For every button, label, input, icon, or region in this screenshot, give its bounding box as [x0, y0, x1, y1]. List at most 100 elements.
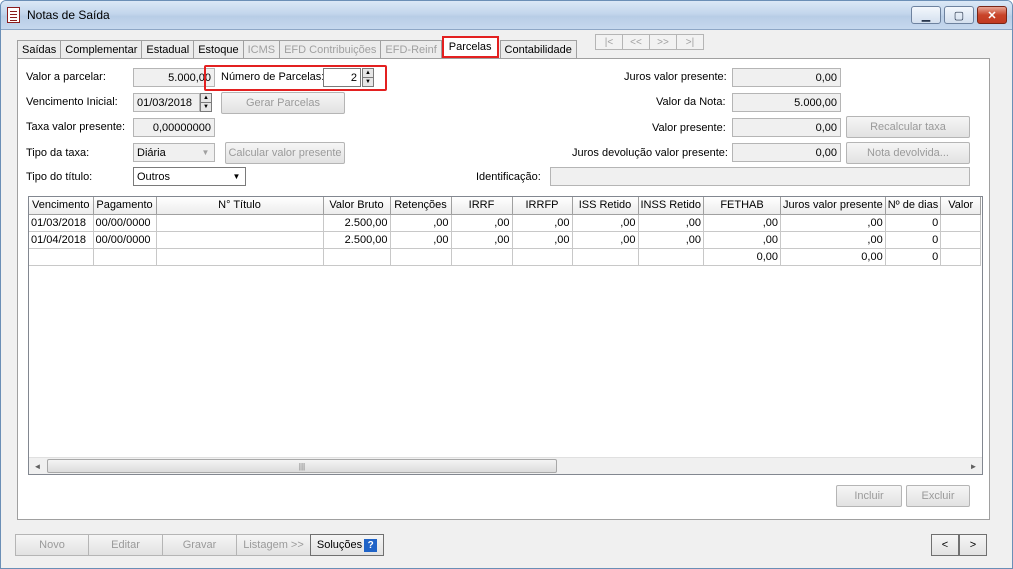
valor-nota-label: Valor da Nota:: [656, 96, 726, 108]
column-header[interactable]: INSS Retido: [638, 197, 705, 215]
column-header[interactable]: Juros valor presente: [780, 197, 886, 215]
editar-button[interactable]: Editar: [88, 534, 163, 556]
scrollbar-thumb[interactable]: |||: [47, 459, 557, 473]
cell-pagamento[interactable]: 00/00/0000: [93, 214, 157, 232]
close-button[interactable]: ✕: [977, 6, 1007, 24]
column-header[interactable]: N° Título: [156, 197, 324, 215]
tipo-titulo-select[interactable]: Outros ▼: [133, 167, 246, 186]
tab-parcelas[interactable]: Parcelas: [441, 36, 499, 58]
solucoes-button[interactable]: Soluções ?: [310, 534, 384, 556]
maximize-button[interactable]: ▢: [944, 6, 974, 24]
numero-parcelas-spinner[interactable]: ▲ ▼: [362, 68, 374, 87]
next-record-button[interactable]: >>: [649, 34, 677, 50]
valor-nota-field[interactable]: 5.000,00: [732, 93, 841, 112]
valor-presente-field[interactable]: 0,00: [732, 118, 841, 137]
cell-fethab[interactable]: ,00: [703, 231, 782, 249]
horizontal-scrollbar[interactable]: ◄ ||| ►: [29, 457, 982, 474]
cell-irrf[interactable]: ,00: [451, 231, 513, 249]
tab-contabilidade[interactable]: Contabilidade: [499, 40, 577, 58]
tab-complementar[interactable]: Complementar: [60, 40, 143, 58]
chevron-down-icon[interactable]: ▼: [229, 169, 244, 184]
listagem-button[interactable]: Listagem >>: [236, 534, 311, 556]
recalcular-taxa-button[interactable]: Recalcular taxa: [846, 116, 970, 138]
column-header[interactable]: Valor: [940, 197, 982, 215]
total-juros-valor-presente: 0,00: [780, 248, 886, 266]
total-cell: [156, 248, 324, 266]
spinner-down-icon[interactable]: ▼: [201, 102, 211, 111]
cell-inss-retido[interactable]: ,00: [638, 231, 705, 249]
cell-pagamento[interactable]: 00/00/0000: [93, 231, 157, 249]
cell-numero-dias[interactable]: 0: [885, 214, 942, 232]
first-record-button[interactable]: |<: [595, 34, 623, 50]
cell-numero-dias[interactable]: 0: [885, 231, 942, 249]
numero-parcelas-field[interactable]: 2: [323, 68, 361, 87]
cell-vencimento[interactable]: 01/04/2018: [29, 231, 94, 249]
novo-button[interactable]: Novo: [15, 534, 89, 556]
tipo-taxa-select[interactable]: Diária ▼: [133, 143, 215, 162]
valor-parcelar-field[interactable]: 5.000,00: [133, 68, 215, 87]
tab-estadual[interactable]: Estadual: [141, 40, 195, 58]
column-header[interactable]: Nº de dias: [885, 197, 942, 215]
juros-valor-presente-label: Juros valor presente:: [624, 71, 727, 83]
cell-fethab[interactable]: ,00: [703, 214, 782, 232]
tab-saidas[interactable]: Saídas: [17, 40, 62, 58]
total-fethab: 0,00: [703, 248, 782, 266]
next-page-button[interactable]: >: [959, 534, 987, 556]
cell-valor-bruto[interactable]: 2.500,00: [323, 231, 391, 249]
column-header[interactable]: Vencimento: [29, 197, 94, 215]
tab-efd-reinf[interactable]: EFD-Reinf: [380, 40, 442, 58]
cell-valor[interactable]: [940, 214, 982, 232]
tab-icms[interactable]: ICMS: [242, 40, 281, 58]
spinner-up-icon[interactable]: ▲: [201, 94, 211, 102]
nota-devolvida-button[interactable]: Nota devolvida...: [846, 142, 970, 164]
vencimento-inicial-field[interactable]: 01/03/2018: [133, 93, 200, 112]
table-row[interactable]: 01/04/2018 00/00/0000 2.500,00 ,00 ,00 ,…: [29, 231, 982, 249]
last-record-button[interactable]: >|: [676, 34, 704, 50]
cell-inss-retido[interactable]: ,00: [638, 214, 705, 232]
previous-page-button[interactable]: <: [931, 534, 959, 556]
scroll-right-icon[interactable]: ►: [965, 458, 982, 474]
juros-valor-presente-field[interactable]: 0,00: [732, 68, 841, 87]
column-header[interactable]: IRRFP: [512, 197, 573, 215]
cell-retencoes[interactable]: ,00: [390, 214, 452, 232]
cell-vencimento[interactable]: 01/03/2018: [29, 214, 94, 232]
gravar-button[interactable]: Gravar: [162, 534, 237, 556]
juros-devolucao-field[interactable]: 0,00: [732, 143, 841, 162]
table-row[interactable]: 01/03/2018 00/00/0000 2.500,00 ,00 ,00 ,…: [29, 214, 982, 232]
previous-record-button[interactable]: <<: [622, 34, 650, 50]
vencimento-inicial-spinner[interactable]: ▲ ▼: [200, 93, 212, 112]
scroll-left-icon[interactable]: ◄: [29, 458, 46, 474]
identificacao-field[interactable]: [550, 167, 970, 186]
column-header[interactable]: IRRF: [451, 197, 513, 215]
cell-titulo[interactable]: [156, 231, 324, 249]
total-cell: [638, 248, 705, 266]
taxa-valor-presente-field[interactable]: 0,00000000: [133, 118, 215, 137]
cell-valor[interactable]: [940, 231, 982, 249]
cell-titulo[interactable]: [156, 214, 324, 232]
tab-efd-contribuicoes[interactable]: EFD Contribuições: [279, 40, 382, 58]
cell-irrf[interactable]: ,00: [451, 214, 513, 232]
chevron-down-icon[interactable]: ▼: [198, 145, 213, 160]
incluir-button[interactable]: Incluir: [836, 485, 902, 507]
column-header[interactable]: ISS Retido: [572, 197, 639, 215]
cell-iss-retido[interactable]: ,00: [572, 231, 639, 249]
spinner-up-icon[interactable]: ▲: [363, 69, 373, 77]
cell-juros-valor-presente[interactable]: ,00: [780, 231, 886, 249]
cell-juros-valor-presente[interactable]: ,00: [780, 214, 886, 232]
column-header[interactable]: FETHAB: [703, 197, 782, 215]
cell-iss-retido[interactable]: ,00: [572, 214, 639, 232]
excluir-button[interactable]: Excluir: [906, 485, 970, 507]
cell-irrfp[interactable]: ,00: [512, 214, 573, 232]
total-cell: [323, 248, 391, 266]
tab-estoque[interactable]: Estoque: [193, 40, 244, 58]
gerar-parcelas-button[interactable]: Gerar Parcelas: [221, 92, 345, 114]
calcular-valor-presente-button[interactable]: Calcular valor presente: [225, 142, 345, 164]
column-header[interactable]: Retenções: [390, 197, 452, 215]
cell-irrfp[interactable]: ,00: [512, 231, 573, 249]
cell-retencoes[interactable]: ,00: [390, 231, 452, 249]
cell-valor-bruto[interactable]: 2.500,00: [323, 214, 391, 232]
spinner-down-icon[interactable]: ▼: [363, 77, 373, 86]
column-header[interactable]: Valor Bruto: [323, 197, 391, 215]
minimize-button[interactable]: ▁: [911, 6, 941, 24]
column-header[interactable]: Pagamento: [93, 197, 157, 215]
